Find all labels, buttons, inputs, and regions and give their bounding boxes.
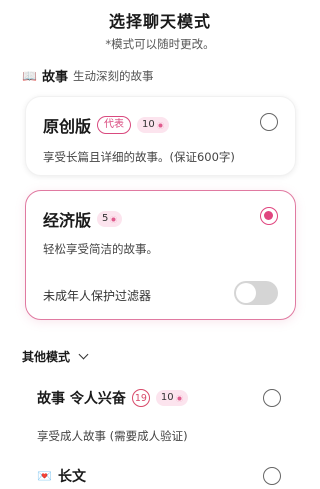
page-title: 选择聊天模式 [108,12,211,31]
other-modes-dropdown[interactable]: 其他模式 [22,348,89,365]
card-title-row: 经济版 5 [43,207,123,231]
option-title: 长文 [57,469,86,485]
age-19-icon: 19 [131,389,150,407]
radio-economy[interactable] [260,207,278,225]
cost-value: 5 [102,213,109,224]
other-modes-label: 其他模式 [22,350,71,364]
coin-icon [175,394,183,402]
love-letter-icon: 💌 [37,469,52,483]
option-description: 享受成人故事 (需要成人验证) [37,429,188,443]
coin-icon [110,215,118,223]
card-description: 享受长篇且详细的故事。(保证600字) [43,150,235,164]
minor-filter-label: 未成年人保护过滤器 [43,289,152,303]
card-title: 经济版 [43,211,92,230]
mode-option-exciting[interactable]: 故事 令人兴奋 19 10 [37,388,188,408]
cost-badge: 5 [97,211,123,227]
cost-badge: 10 [155,390,188,406]
card-title: 原创版 [43,117,92,136]
mode-card-economy[interactable]: 经济版 5 轻松享受简洁的故事。 未成年人保护过滤器 [25,190,296,320]
section-description: 生动深刻的故事 [72,68,154,83]
page-subtitle: *模式可以随时更改。 [105,37,215,51]
section-header-story: 📖 故事 生动深刻的故事 [22,66,154,86]
radio-exciting[interactable] [263,389,281,407]
section-name: 故事 [41,70,68,85]
book-icon: 📖 [22,68,37,83]
coin-icon [156,121,164,129]
radio-long[interactable] [263,467,281,485]
card-description: 轻松享受简洁的故事。 [43,242,158,256]
toggle-knob [236,283,256,303]
minor-filter-toggle[interactable] [234,281,278,305]
chevron-down-icon [78,349,89,360]
cost-value: 10 [142,119,155,130]
option-title: 故事 令人兴奋 [37,391,126,407]
cost-value: 10 [160,392,174,403]
radio-original[interactable] [260,113,278,131]
recommended-tag: 代表 [97,116,132,134]
mode-card-original[interactable]: 原创版 代表 10 享受长篇且详细的故事。(保证600字) [25,96,296,176]
mode-option-long[interactable]: 💌 长文 [37,466,86,486]
cost-badge: 10 [137,117,169,133]
card-title-row: 原创版 代表 10 [43,113,169,137]
